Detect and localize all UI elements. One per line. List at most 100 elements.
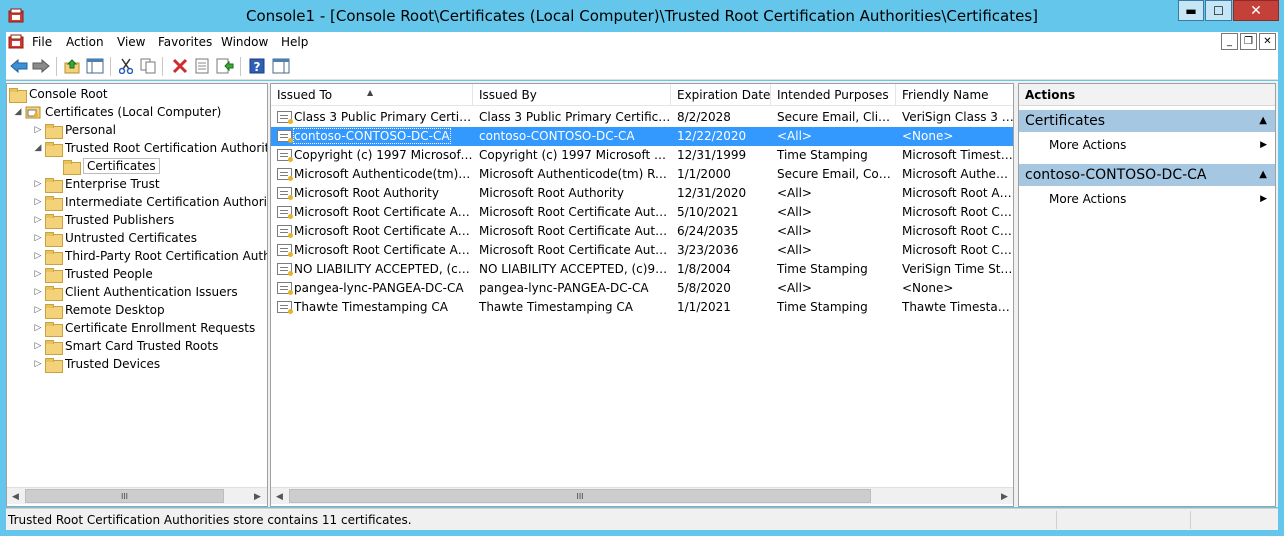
certificate-row[interactable]: Microsoft Authenticode(tm) Ro... Microsof… bbox=[271, 165, 1013, 184]
certificate-row[interactable]: Thawte Timestamping CA Thawte Timestampin… bbox=[271, 298, 1013, 317]
export-list-icon[interactable] bbox=[216, 57, 234, 75]
column-header-intended-purposes[interactable]: Intended Purposes bbox=[771, 84, 896, 106]
help-icon[interactable]: ? bbox=[248, 57, 266, 75]
collapsed-arrow-icon[interactable]: ▷ bbox=[31, 305, 45, 315]
collapsed-arrow-icon[interactable]: ▷ bbox=[31, 179, 45, 189]
collapsed-arrow-icon[interactable]: ▷ bbox=[31, 323, 45, 333]
scroll-left-icon[interactable]: ◀ bbox=[7, 488, 24, 505]
collapsed-arrow-icon[interactable]: ▷ bbox=[31, 341, 45, 351]
tree-item-trusted-publishers[interactable]: ▷ Trusted Publishers bbox=[31, 211, 174, 229]
actions-pane: Actions Certificates ▲ More Actions ▶ co… bbox=[1018, 83, 1276, 507]
expanded-arrow-icon[interactable]: ◢ bbox=[11, 107, 25, 117]
tree-item-remote-desktop[interactable]: ▷ Remote Desktop bbox=[31, 301, 165, 319]
tree-item-trusted-people[interactable]: ▷ Trusted People bbox=[31, 265, 153, 283]
tree-item-personal[interactable]: ▷ Personal bbox=[31, 121, 116, 139]
more-actions-selected-certificate[interactable]: More Actions ▶ bbox=[1019, 189, 1275, 209]
tree-item-certificates[interactable]: Certificates bbox=[49, 157, 160, 175]
tree-item-console-root[interactable]: Console Root bbox=[9, 85, 108, 103]
tree-item-enterprise-trust[interactable]: ▷ Enterprise Trust bbox=[31, 175, 160, 193]
mmc-document-icon[interactable] bbox=[8, 34, 24, 50]
cell-text: 1/1/2021 bbox=[677, 300, 731, 314]
column-header-expiration-date[interactable]: Expiration Date bbox=[671, 84, 771, 106]
cell-text: 12/31/2020 bbox=[677, 186, 747, 200]
collapse-icon[interactable]: ▲ bbox=[1259, 110, 1267, 132]
certificate-row[interactable]: Microsoft Root Certificate Auth... Micros… bbox=[271, 241, 1013, 260]
close-button[interactable]: ✕ bbox=[1233, 0, 1279, 21]
tree-item-client-authentication-issuers[interactable]: ▷ Client Authentication Issuers bbox=[31, 283, 238, 301]
tree-item-third-party-root-ca[interactable]: ▷ Third-Party Root Certification Authori… bbox=[31, 247, 267, 265]
action-label: More Actions bbox=[1049, 192, 1127, 206]
mdi-minimize-button[interactable]: _ bbox=[1221, 33, 1238, 50]
mdi-close-button[interactable]: ✕ bbox=[1259, 33, 1276, 50]
scroll-right-icon[interactable]: ▶ bbox=[996, 488, 1013, 505]
tree-horizontal-scrollbar[interactable]: ◀ III ▶ bbox=[7, 487, 267, 504]
menu-favorites[interactable]: Favorites bbox=[158, 35, 212, 49]
tree-item-intermediate-ca[interactable]: ▷ Intermediate Certification Authorities bbox=[31, 193, 268, 211]
scroll-left-icon[interactable]: ◀ bbox=[271, 488, 288, 505]
console-tree[interactable]: Console Root ◢ Certificates (Local Compu… bbox=[6, 83, 268, 507]
menu-window[interactable]: Window bbox=[221, 35, 268, 49]
expanded-arrow-icon[interactable]: ◢ bbox=[31, 143, 45, 153]
collapsed-arrow-icon[interactable]: ▷ bbox=[31, 197, 45, 207]
delete-icon[interactable] bbox=[171, 57, 189, 75]
tree-item-label: Intermediate Certification Authorities bbox=[65, 195, 268, 209]
collapsed-arrow-icon[interactable]: ▷ bbox=[31, 269, 45, 279]
tree-item-certificate-enrollment-requests[interactable]: ▷ Certificate Enrollment Requests bbox=[31, 319, 255, 337]
collapsed-arrow-icon[interactable]: ▷ bbox=[31, 251, 45, 261]
forward-arrow-icon[interactable] bbox=[32, 57, 50, 75]
cell-expiration-date: 12/31/1999 bbox=[671, 146, 771, 165]
certificate-row[interactable]: Microsoft Root Authority Microsoft Root A… bbox=[271, 184, 1013, 203]
certificate-row[interactable]: Microsoft Root Certificate Auth... Micros… bbox=[271, 203, 1013, 222]
cell-issued-by: Microsoft Authenticode(tm) Root... bbox=[473, 165, 671, 184]
column-header-issued-to[interactable]: Issued To ▲ bbox=[271, 84, 473, 106]
actions-section-certificates[interactable]: Certificates ▲ bbox=[1019, 110, 1275, 132]
scroll-right-icon[interactable]: ▶ bbox=[249, 488, 266, 505]
copy-icon[interactable] bbox=[139, 57, 157, 75]
up-folder-icon[interactable] bbox=[63, 57, 81, 75]
cell-issued-to: Copyright (c) 1997 Microsoft C... bbox=[271, 146, 473, 165]
menu-help[interactable]: Help bbox=[281, 35, 308, 49]
tree-item-certificates-local-computer[interactable]: ◢ Certificates (Local Computer) bbox=[11, 103, 222, 121]
minimize-button[interactable]: ▬ bbox=[1178, 0, 1204, 21]
properties-icon[interactable] bbox=[193, 57, 211, 75]
certificate-row[interactable]: Microsoft Root Certificate Auth... Micros… bbox=[271, 222, 1013, 241]
cut-icon[interactable] bbox=[117, 57, 135, 75]
tree-item-label: Trusted Root Certification Authorities bbox=[65, 141, 268, 155]
menu-action[interactable]: Action bbox=[66, 35, 104, 49]
tree-item-trusted-root-ca[interactable]: ◢ Trusted Root Certification Authorities bbox=[31, 139, 268, 157]
collapsed-arrow-icon[interactable]: ▷ bbox=[31, 233, 45, 243]
list-horizontal-scrollbar[interactable]: ◀ III ▶ bbox=[271, 487, 1013, 504]
collapse-icon[interactable]: ▲ bbox=[1259, 164, 1267, 186]
tree-item-untrusted-certificates[interactable]: ▷ Untrusted Certificates bbox=[31, 229, 197, 247]
certificate-row[interactable]: NO LIABILITY ACCEPTED, (c)97 ... NO LIABI… bbox=[271, 260, 1013, 279]
status-bar: Trusted Root Certification Authorities s… bbox=[6, 508, 1278, 530]
certificate-icon bbox=[277, 206, 293, 219]
cell-issued-to: NO LIABILITY ACCEPTED, (c)97 ... bbox=[271, 260, 473, 279]
certificate-row[interactable]: pangea-lync-PANGEA-DC-CA pangea-lync-PANG… bbox=[271, 279, 1013, 298]
back-arrow-icon[interactable] bbox=[10, 57, 28, 75]
cell-friendly-name: Microsoft Timesta... bbox=[896, 146, 1013, 165]
certificate-row[interactable]: Class 3 Public Primary Certificat... Clas… bbox=[271, 108, 1013, 127]
certificate-list[interactable]: Issued To ▲ Issued By Expiration Date In… bbox=[270, 83, 1014, 507]
column-header-issued-by[interactable]: Issued By bbox=[473, 84, 671, 106]
scroll-thumb[interactable]: III bbox=[25, 489, 224, 503]
certificate-row[interactable]: Copyright (c) 1997 Microsoft C... Copyrig… bbox=[271, 146, 1013, 165]
scroll-thumb[interactable]: III bbox=[289, 489, 871, 503]
show-hide-action-pane-icon[interactable] bbox=[272, 57, 290, 75]
maximize-button[interactable]: ☐ bbox=[1205, 0, 1232, 21]
mdi-restore-button[interactable]: ❐ bbox=[1240, 33, 1257, 50]
show-hide-tree-icon[interactable] bbox=[86, 57, 104, 75]
collapsed-arrow-icon[interactable]: ▷ bbox=[31, 359, 45, 369]
title-bar[interactable]: Console1 - [Console Root\Certificates (L… bbox=[0, 0, 1284, 32]
menu-file[interactable]: File bbox=[32, 35, 52, 49]
tree-item-smart-card-trusted-roots[interactable]: ▷ Smart Card Trusted Roots bbox=[31, 337, 218, 355]
certificate-row[interactable]: contoso-CONTOSO-DC-CA contoso-CONTOSO-DC-… bbox=[271, 127, 1013, 146]
actions-section-selected-certificate[interactable]: contoso-CONTOSO-DC-CA ▲ bbox=[1019, 164, 1275, 186]
collapsed-arrow-icon[interactable]: ▷ bbox=[31, 215, 45, 225]
collapsed-arrow-icon[interactable]: ▷ bbox=[31, 125, 45, 135]
collapsed-arrow-icon[interactable]: ▷ bbox=[31, 287, 45, 297]
menu-view[interactable]: View bbox=[117, 35, 145, 49]
column-header-friendly-name[interactable]: Friendly Name bbox=[896, 84, 1013, 106]
more-actions-certificates[interactable]: More Actions ▶ bbox=[1019, 135, 1275, 155]
tree-item-trusted-devices[interactable]: ▷ Trusted Devices bbox=[31, 355, 160, 373]
